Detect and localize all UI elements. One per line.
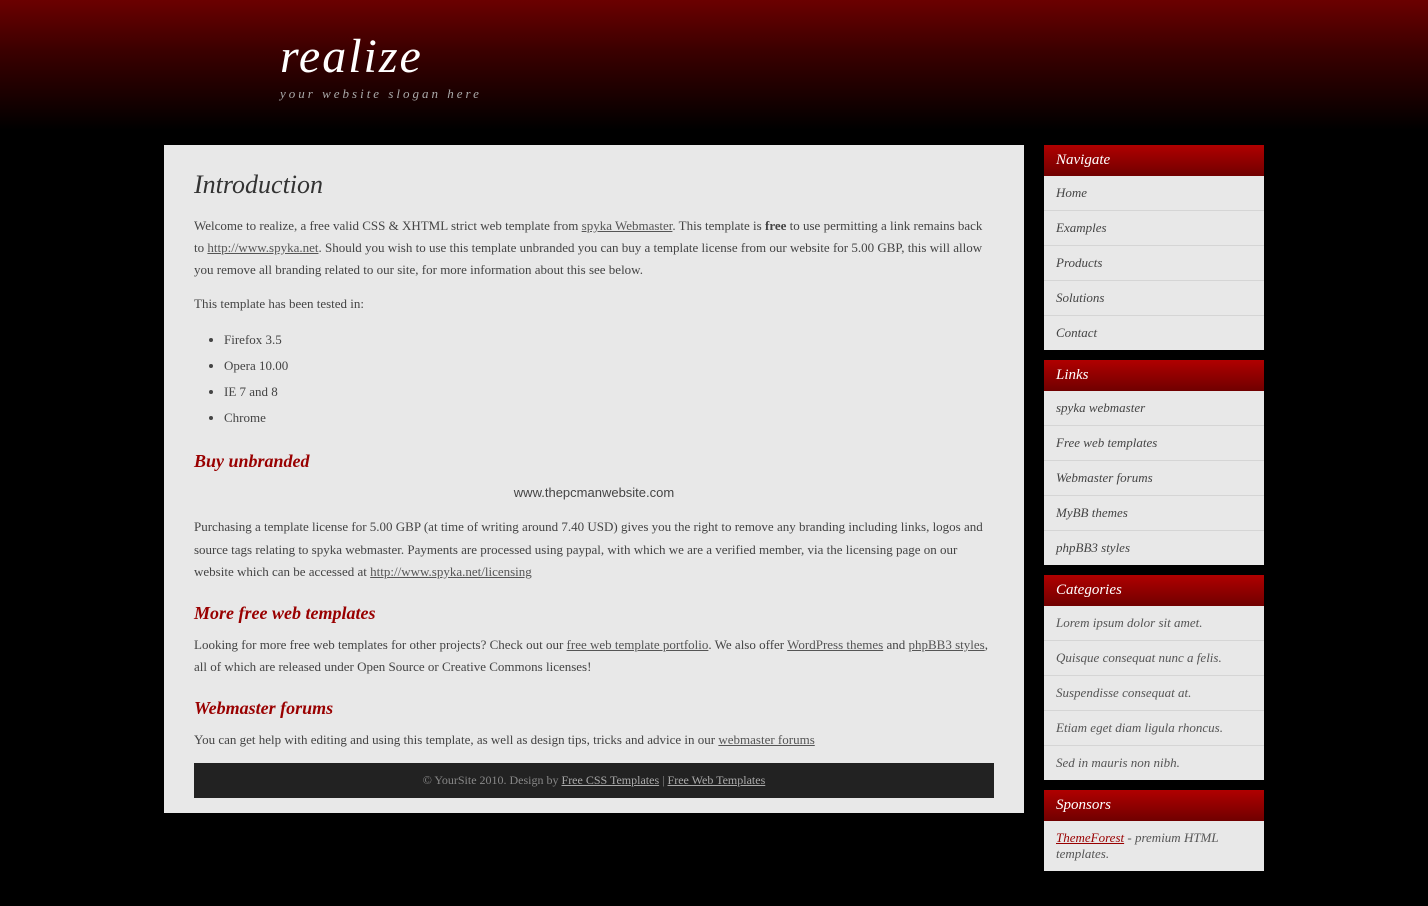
nav-item-examples[interactable]: Examples [1044, 211, 1264, 246]
navigate-heading: Navigate [1044, 145, 1264, 176]
links-heading: Links [1044, 360, 1264, 391]
webmaster-forums-link[interactable]: webmaster forums [718, 732, 814, 747]
page-wrapper: Introduction Welcome to realize, a free … [164, 130, 1264, 906]
link-free-web-templates[interactable]: Free web templates [1044, 426, 1264, 461]
cat-item-2: Quisque consequat nunc a felis. [1044, 641, 1264, 676]
main-content: Introduction Welcome to realize, a free … [164, 145, 1024, 813]
free-bold: free [765, 218, 786, 233]
tested-paragraph: This template has been tested in: [194, 293, 994, 315]
cat-item-4: Etiam eget diam ligula rhoncus. [1044, 711, 1264, 746]
sidebar: Navigate Home Examples Products Solution… [1044, 145, 1264, 876]
more-paragraph: Looking for more free web templates for … [194, 634, 994, 678]
themeforest-link[interactable]: ThemeForest [1056, 830, 1124, 845]
sponsor-item-1: ThemeForest - premium HTML templates. [1044, 821, 1264, 871]
browser-list: Firefox 3.5 Opera 10.00 IE 7 and 8 Chrom… [224, 327, 994, 431]
intro-p1-before-link: Welcome to realize, a free valid CSS & X… [194, 218, 582, 233]
site-header: realize your website slogan here [0, 0, 1428, 130]
page-footer: © YourSite 2010. Design by Free CSS Temp… [194, 763, 994, 798]
more-heading: More free web templates [194, 603, 994, 624]
webmaster-paragraph: You can get help with editing and using … [194, 729, 994, 751]
portfolio-link[interactable]: free web template portfolio [567, 637, 709, 652]
free-css-templates-link[interactable]: Free CSS Templates [562, 773, 660, 787]
navigate-box: Navigate Home Examples Products Solution… [1044, 145, 1264, 350]
footer-text: © YourSite 2010. Design by [423, 773, 562, 787]
buy-heading: Buy unbranded [194, 451, 994, 472]
webmaster-p-before: You can get help with editing and using … [194, 732, 718, 747]
spyka-net-link[interactable]: http://www.spyka.net [207, 240, 318, 255]
wordpress-themes-link[interactable]: WordPress themes [787, 637, 883, 652]
more-p-and: and [883, 637, 908, 652]
nav-item-contact[interactable]: Contact [1044, 316, 1264, 350]
link-mybb-themes[interactable]: MyBB themes [1044, 496, 1264, 531]
link-webmaster-forums[interactable]: Webmaster forums [1044, 461, 1264, 496]
cat-item-3: Suspendisse consequat at. [1044, 676, 1264, 711]
intro-p1-after-link: . This template is [672, 218, 761, 233]
list-item: IE 7 and 8 [224, 379, 994, 405]
watermark-text: www.thepcmanwebsite.com [194, 482, 994, 504]
buy-paragraph: Purchasing a template license for 5.00 G… [194, 516, 994, 582]
categories-box: Categories Lorem ipsum dolor sit amet. Q… [1044, 575, 1264, 780]
free-web-templates-link[interactable]: Free Web Templates [668, 773, 766, 787]
cat-item-1: Lorem ipsum dolor sit amet. [1044, 606, 1264, 641]
nav-item-home[interactable]: Home [1044, 176, 1264, 211]
list-item: Chrome [224, 405, 994, 431]
link-phpbb3-styles[interactable]: phpBB3 styles [1044, 531, 1264, 565]
links-box: Links spyka webmaster Free web templates… [1044, 360, 1264, 565]
sponsors-heading: Sponsors [1044, 790, 1264, 821]
more-p-before: Looking for more free web templates for … [194, 637, 567, 652]
webmaster-heading: Webmaster forums [194, 698, 994, 719]
spyka-licensing-link[interactable]: http://www.spyka.net/licensing [370, 564, 532, 579]
sponsors-box: Sponsors ThemeForest - premium HTML temp… [1044, 790, 1264, 871]
footer-sep: | [659, 773, 667, 787]
link-spyka-webmaster[interactable]: spyka webmaster [1044, 391, 1264, 426]
nav-item-products[interactable]: Products [1044, 246, 1264, 281]
intro-paragraph-1: Welcome to realize, a free valid CSS & X… [194, 215, 994, 281]
categories-heading: Categories [1044, 575, 1264, 606]
site-slogan: your website slogan here [280, 86, 482, 102]
buy-p-text: Purchasing a template license for 5.00 G… [194, 519, 983, 578]
nav-item-solutions[interactable]: Solutions [1044, 281, 1264, 316]
site-title: realize [280, 29, 482, 84]
more-p-middle: . We also offer [708, 637, 787, 652]
intro-heading: Introduction [194, 170, 994, 200]
phpbb3-styles-link[interactable]: phpBB3 styles [909, 637, 985, 652]
spyka-webmaster-link[interactable]: spyka Webmaster [582, 218, 673, 233]
cat-item-5: Sed in mauris non nibh. [1044, 746, 1264, 780]
list-item: Opera 10.00 [224, 353, 994, 379]
list-item: Firefox 3.5 [224, 327, 994, 353]
